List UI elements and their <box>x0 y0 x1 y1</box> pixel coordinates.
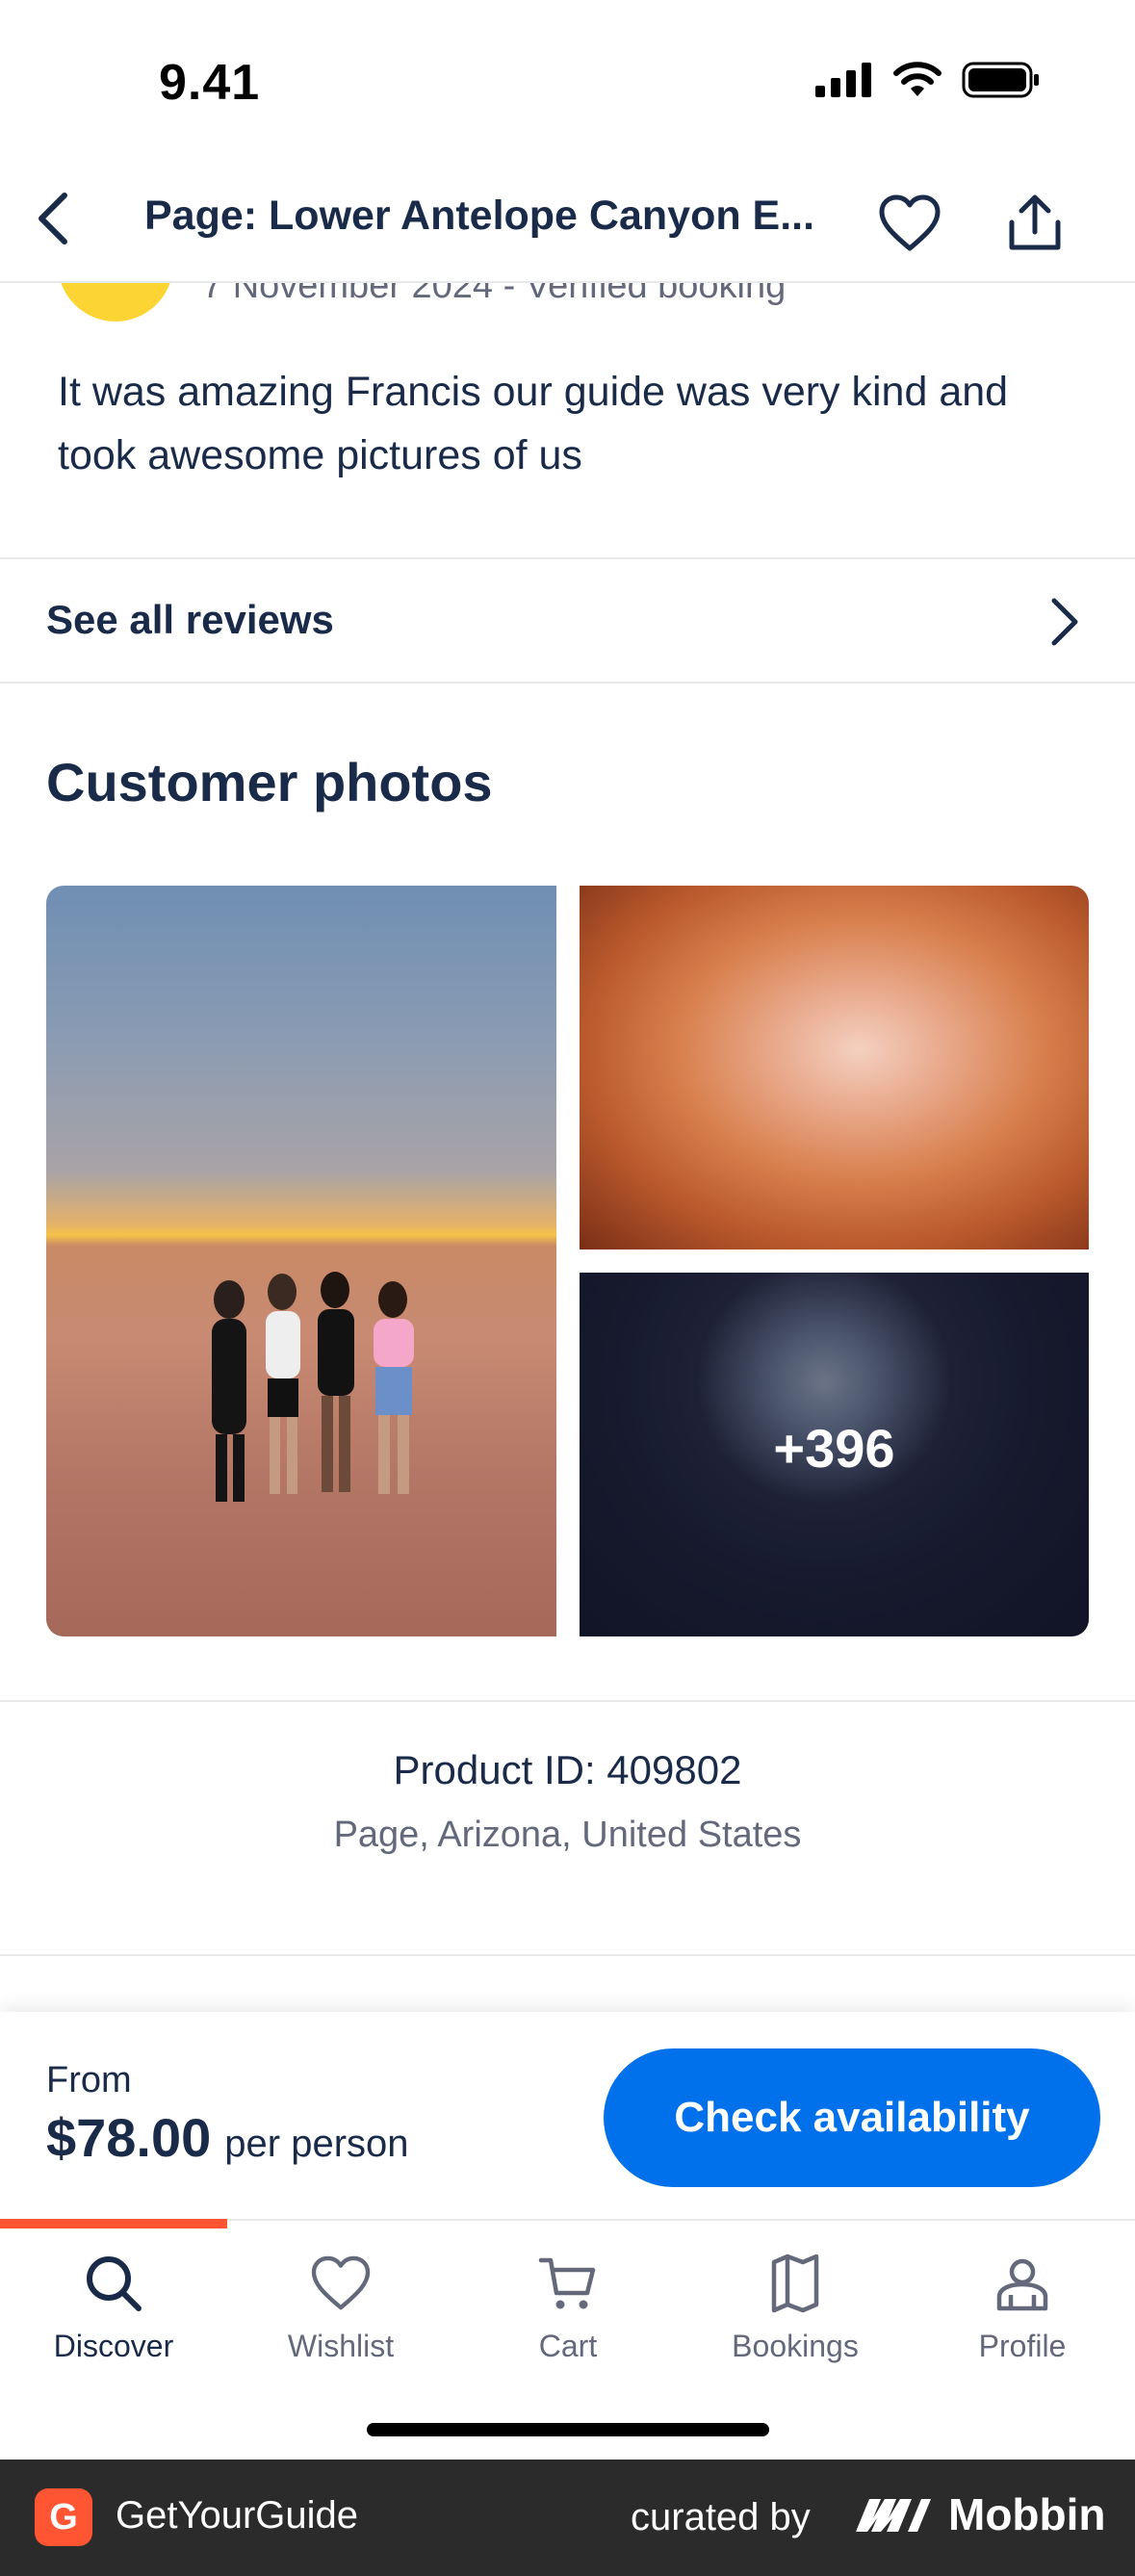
check-availability-button[interactable]: Check availability <box>604 2048 1100 2187</box>
per-person-label: per person <box>224 2123 409 2165</box>
divider <box>0 682 1135 683</box>
chevron-right-icon <box>1051 598 1078 646</box>
more-photos-count: +396 <box>773 1418 895 1479</box>
tab-profile[interactable]: Profile <box>909 2250 1135 2375</box>
tab-bookings[interactable]: Bookings <box>682 2250 909 2375</box>
nav-header: Page: Lower Antelope Canyon E... <box>0 164 1135 283</box>
heart-icon <box>307 2250 374 2317</box>
heart-icon <box>879 194 941 251</box>
tab-bar: Discover Wishlist Cart Bookings Profile <box>0 2219 1135 2460</box>
reviewer-avatar <box>58 283 173 322</box>
cart-icon <box>534 2250 602 2317</box>
home-indicator <box>367 2423 769 2436</box>
see-all-reviews-row[interactable]: See all reviews <box>0 560 1135 682</box>
mobbin-logo: Mobbin <box>852 2488 1106 2540</box>
customer-photos-title: Customer photos <box>46 752 493 812</box>
wifi-icon <box>893 62 942 96</box>
price-row: $78.00 per person <box>46 2106 409 2169</box>
status-icons <box>815 62 1041 98</box>
product-location: Page, Arizona, United States <box>333 1815 802 1855</box>
customer-photo-more[interactable]: +396 <box>580 1273 1089 1636</box>
customer-photo-1[interactable] <box>46 886 556 1636</box>
signal-icon <box>815 63 871 97</box>
mobbin-name: Mobbin <box>948 2489 1106 2539</box>
tab-label: Profile <box>978 2329 1067 2363</box>
divider <box>0 557 1135 559</box>
chevron-left-icon <box>39 193 67 245</box>
people-silhouette <box>212 1272 414 1502</box>
back-button[interactable] <box>19 185 87 252</box>
divider <box>0 1954 1135 1956</box>
getyourguide-logo-icon: G <box>35 2488 92 2546</box>
search-icon <box>80 2250 147 2317</box>
page-title: Page: Lower Antelope Canyon E... <box>144 193 815 239</box>
tab-label: Discover <box>53 2329 174 2363</box>
customer-photo-2[interactable] <box>580 886 1089 1249</box>
battery-icon <box>962 62 1039 98</box>
tab-label: Bookings <box>732 2329 859 2363</box>
app-name: GetYourGuide <box>116 2494 359 2537</box>
booking-bar: From $78.00 per person Check availabilit… <box>0 2012 1135 2219</box>
footer-banner: G GetYourGuide curated by Mobbin <box>0 2460 1135 2576</box>
share-icon <box>1009 194 1061 250</box>
review-meta: 7 November 2024 - Verified booking <box>202 283 787 306</box>
review-card: 7 November 2024 - Verified booking It wa… <box>0 283 1135 557</box>
divider <box>0 1700 1135 1702</box>
review-text: It was amazing Francis our guide was ver… <box>58 369 1009 478</box>
share-button[interactable] <box>996 185 1073 262</box>
see-all-reviews-label: See all reviews <box>46 597 334 642</box>
product-id: Product ID: 409802 <box>393 1747 742 1792</box>
price: $78.00 <box>46 2107 212 2168</box>
active-tab-indicator <box>0 2219 227 2228</box>
tab-label: Wishlist <box>287 2329 395 2363</box>
status-bar: 9.41 <box>0 0 1135 164</box>
wishlist-button[interactable] <box>871 185 948 262</box>
from-label: From <box>46 2060 132 2100</box>
tab-discover[interactable]: Discover <box>0 2250 227 2375</box>
tab-wishlist[interactable]: Wishlist <box>227 2250 454 2375</box>
mobbin-mark-icon <box>856 2499 931 2532</box>
tab-label: Cart <box>538 2329 598 2363</box>
tab-cart[interactable]: Cart <box>454 2250 682 2375</box>
status-time: 9.41 <box>159 55 261 111</box>
curated-by-label: curated by <box>631 2496 811 2538</box>
bookmark-map-icon <box>761 2250 829 2317</box>
profile-icon <box>989 2250 1056 2317</box>
